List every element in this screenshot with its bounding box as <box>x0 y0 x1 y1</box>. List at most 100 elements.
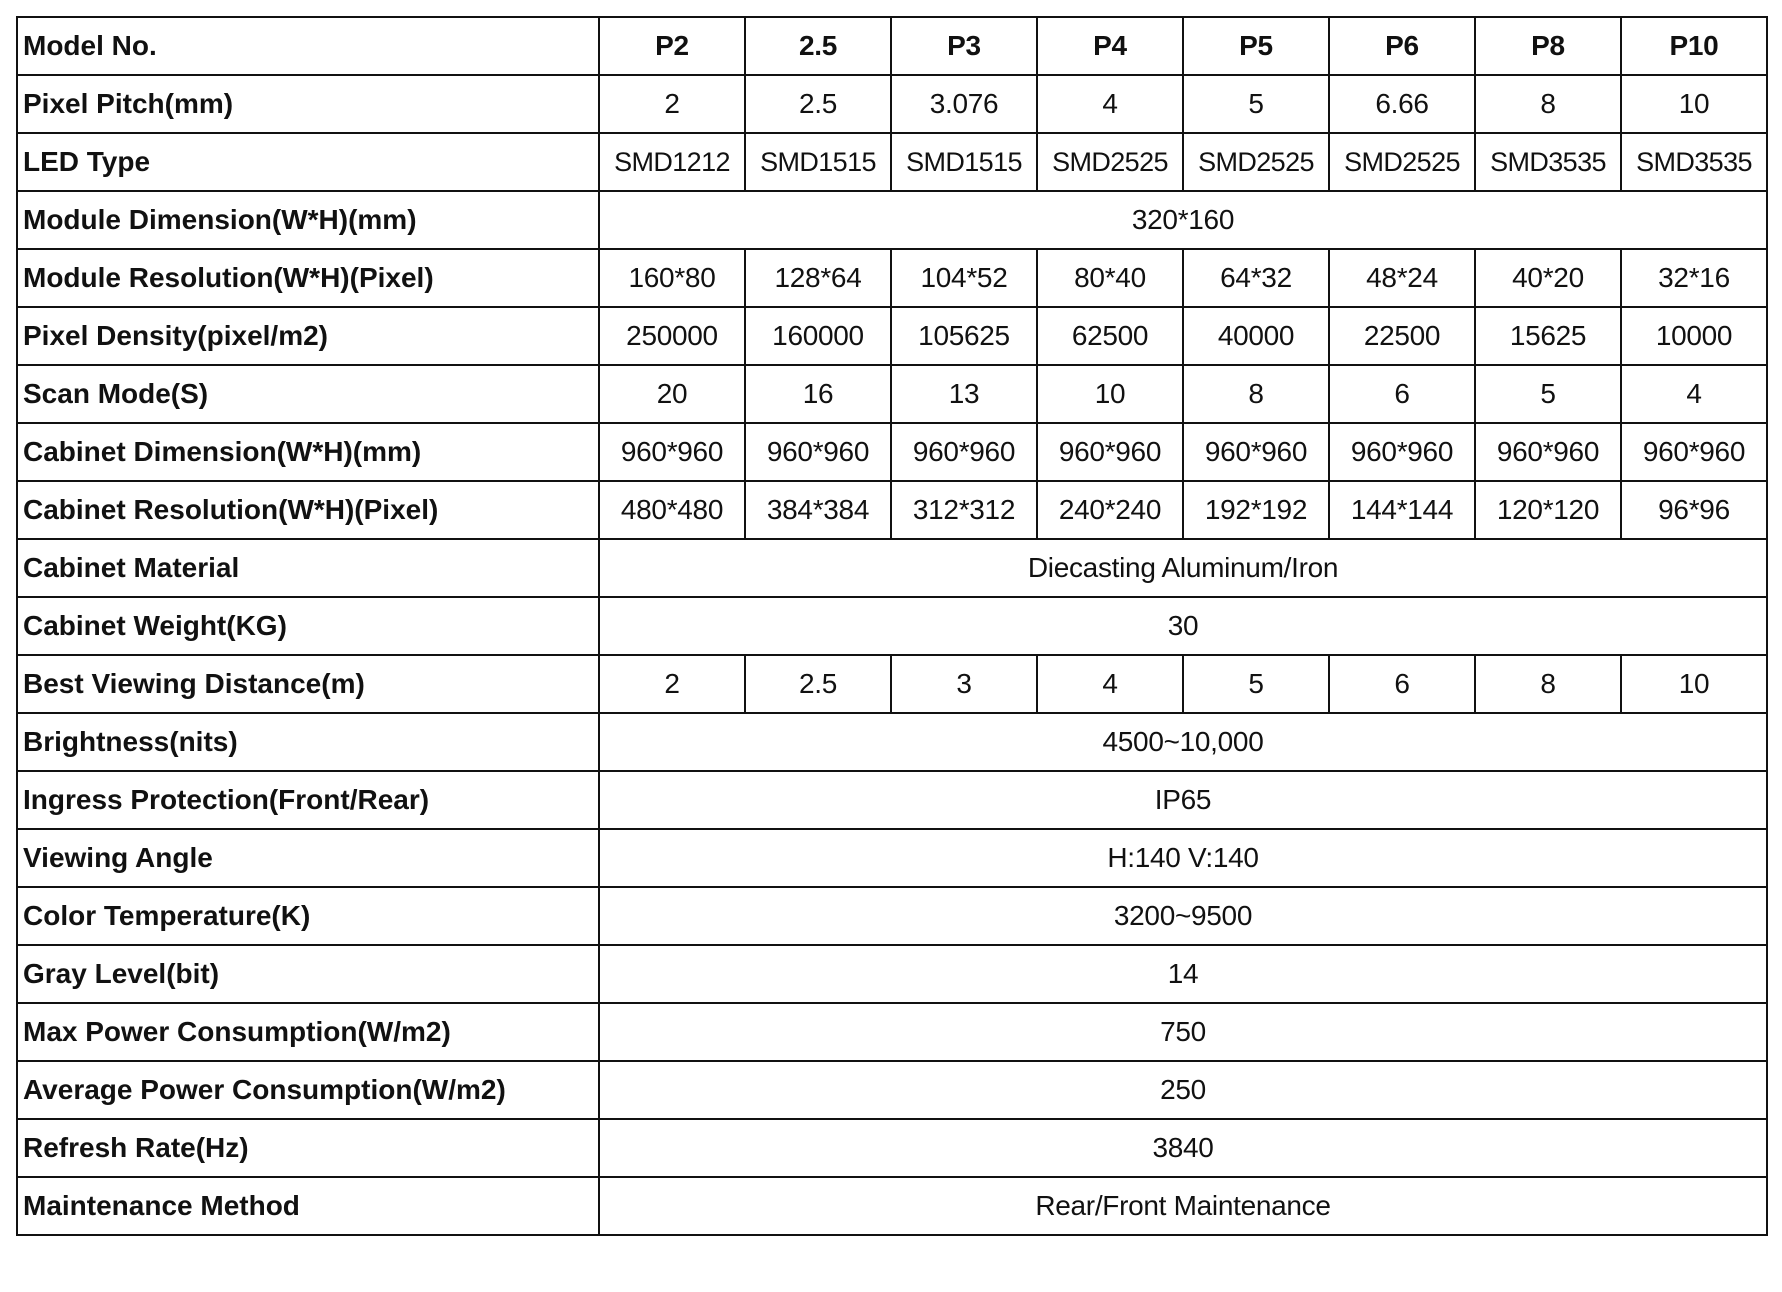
value-cell: 3 <box>890 654 1038 714</box>
model-header-cell: 2.5 <box>744 16 892 76</box>
model-header-cell: P4 <box>1036 16 1184 76</box>
spec-table: Model No. P2 2.5 P3 P4 P5 P6 P8 P10 Pixel Pitch(m… <box>16 16 1768 1236</box>
value-cell: 120*120 <box>1474 480 1622 540</box>
value-cell: 6.66 <box>1328 74 1476 134</box>
row-label: Max Power Consumption(W/m2) <box>16 1002 600 1062</box>
merged-value-cell: 30 <box>598 596 1768 656</box>
model-header-cell: P10 <box>1620 16 1768 76</box>
merged-value-cell: H:140 V:140 <box>598 828 1768 888</box>
value-cell: 960*960 <box>1182 422 1330 482</box>
value-cell: 2 <box>598 74 746 134</box>
value-cell: SMD2525 <box>1036 132 1184 192</box>
table-row: Cabinet Dimension(W*H)(mm) 960*960 960*960… <box>16 422 1768 482</box>
value-cell: 8 <box>1474 654 1622 714</box>
table-row: Viewing Angle H:140 V:140 <box>16 828 1768 888</box>
value-cell: 62500 <box>1036 306 1184 366</box>
spec-table-body: Model No. P2 2.5 P3 P4 P5 P6 P8 P10 Pixel Pitch(m… <box>16 16 1768 1236</box>
row-label: Pixel Density(pixel/m2) <box>16 306 600 366</box>
value-cell: 10 <box>1620 654 1768 714</box>
table-row: Refresh Rate(Hz) 3840 <box>16 1118 1768 1178</box>
row-label: LED Type <box>16 132 600 192</box>
row-label: Best Viewing Distance(m) <box>16 654 600 714</box>
value-cell: 32*16 <box>1620 248 1768 308</box>
table-row: Max Power Consumption(W/m2) 750 <box>16 1002 1768 1062</box>
value-cell: 144*144 <box>1328 480 1476 540</box>
value-cell: 5 <box>1182 74 1330 134</box>
value-cell: 4 <box>1036 654 1184 714</box>
value-cell: 960*960 <box>1620 422 1768 482</box>
value-cell: 80*40 <box>1036 248 1184 308</box>
model-header-cell: P5 <box>1182 16 1330 76</box>
value-cell: 48*24 <box>1328 248 1476 308</box>
row-label: Average Power Consumption(W/m2) <box>16 1060 600 1120</box>
value-cell: 16 <box>744 364 892 424</box>
value-cell: 64*32 <box>1182 248 1330 308</box>
value-cell: 384*384 <box>744 480 892 540</box>
value-cell: 128*64 <box>744 248 892 308</box>
value-cell: SMD1212 <box>598 132 746 192</box>
merged-value-cell: 4500~10,000 <box>598 712 1768 772</box>
row-label: Cabinet Weight(KG) <box>16 596 600 656</box>
value-cell: 2.5 <box>744 654 892 714</box>
value-cell: 192*192 <box>1182 480 1330 540</box>
value-cell: 15625 <box>1474 306 1622 366</box>
value-cell: 105625 <box>890 306 1038 366</box>
table-row: Ingress Protection(Front/Rear) IP65 <box>16 770 1768 830</box>
merged-value-cell: Rear/Front Maintenance <box>598 1176 1768 1236</box>
value-cell: 10000 <box>1620 306 1768 366</box>
value-cell: 5 <box>1474 364 1622 424</box>
row-label: Cabinet Dimension(W*H)(mm) <box>16 422 600 482</box>
value-cell: 13 <box>890 364 1038 424</box>
value-cell: 160*80 <box>598 248 746 308</box>
merged-value-cell: 750 <box>598 1002 1768 1062</box>
merged-value-cell: 3840 <box>598 1118 1768 1178</box>
value-cell: 3.076 <box>890 74 1038 134</box>
merged-value-cell: 320*160 <box>598 190 1768 250</box>
model-header-cell: P2 <box>598 16 746 76</box>
value-cell: SMD2525 <box>1182 132 1330 192</box>
merged-value-cell: 3200~9500 <box>598 886 1768 946</box>
table-row: Pixel Density(pixel/m2) 250000 160000 10562… <box>16 306 1768 366</box>
model-header-cell: P8 <box>1474 16 1622 76</box>
row-label: Color Temperature(K) <box>16 886 600 946</box>
value-cell: 960*960 <box>744 422 892 482</box>
merged-value-cell: 250 <box>598 1060 1768 1120</box>
row-label: Cabinet Resolution(W*H)(Pixel) <box>16 480 600 540</box>
table-row: Module Dimension(W*H)(mm) 320*160 <box>16 190 1768 250</box>
value-cell: SMD1515 <box>890 132 1038 192</box>
table-row: Maintenance Method Rear/Front Maintenance <box>16 1176 1768 1236</box>
value-cell: 104*52 <box>890 248 1038 308</box>
table-row: Pixel Pitch(mm) 2 2.5 3.076 4 5 6.66 8 10 <box>16 74 1768 134</box>
table-row: Color Temperature(K) 3200~9500 <box>16 886 1768 946</box>
table-row: Scan Mode(S) 20 16 13 10 8 6 5 4 <box>16 364 1768 424</box>
value-cell: 2 <box>598 654 746 714</box>
value-cell: 5 <box>1182 654 1330 714</box>
value-cell: 10 <box>1036 364 1184 424</box>
value-cell: 8 <box>1474 74 1622 134</box>
value-cell: 8 <box>1182 364 1330 424</box>
header-row: Model No. P2 2.5 P3 P4 P5 P6 P8 P10 <box>16 16 1768 76</box>
merged-value-cell: IP65 <box>598 770 1768 830</box>
row-label: Refresh Rate(Hz) <box>16 1118 600 1178</box>
row-label: Pixel Pitch(mm) <box>16 74 600 134</box>
value-cell: 6 <box>1328 364 1476 424</box>
value-cell: 6 <box>1328 654 1476 714</box>
value-cell: SMD2525 <box>1328 132 1476 192</box>
merged-value-cell: 14 <box>598 944 1768 1004</box>
table-row: Gray Level(bit) 14 <box>16 944 1768 1004</box>
table-row: Cabinet Resolution(W*H)(Pixel) 480*480 384… <box>16 480 1768 540</box>
value-cell: 40000 <box>1182 306 1330 366</box>
model-header-cell: P3 <box>890 16 1038 76</box>
row-label: Viewing Angle <box>16 828 600 888</box>
row-label: Brightness(nits) <box>16 712 600 772</box>
row-label: Module Resolution(W*H)(Pixel) <box>16 248 600 308</box>
table-row: Module Resolution(W*H)(Pixel) 160*80 128*6… <box>16 248 1768 308</box>
value-cell: 96*96 <box>1620 480 1768 540</box>
table-row: Cabinet Weight(KG) 30 <box>16 596 1768 656</box>
value-cell: 480*480 <box>598 480 746 540</box>
value-cell: SMD1515 <box>744 132 892 192</box>
table-row: Cabinet Material Diecasting Aluminum/Iron <box>16 538 1768 598</box>
value-cell: 960*960 <box>598 422 746 482</box>
value-cell: 160000 <box>744 306 892 366</box>
value-cell: 240*240 <box>1036 480 1184 540</box>
